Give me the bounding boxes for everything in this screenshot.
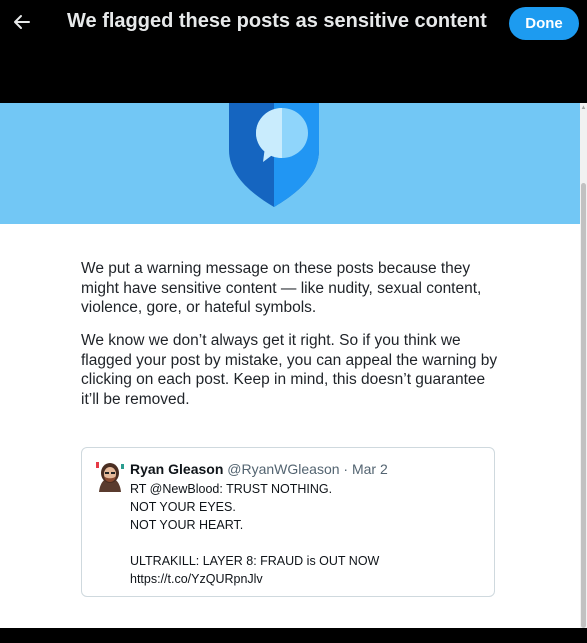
illustration-banner [0,103,580,224]
bottom-bar [0,628,587,643]
back-button[interactable] [8,8,36,36]
post-text: RT @NewBlood: TRUST NOTHING. NOT YOUR EY… [130,482,380,586]
post-date: Mar 2 [351,461,388,477]
post-separator: · [343,461,349,477]
explanation-paragraph-2: We know we don’t always get it right. So… [81,332,498,408]
shield-chat-icon [229,103,319,207]
arrow-left-icon [14,15,30,29]
explanation-paragraph-1: We put a warning message on these posts … [81,260,482,316]
post-header: Ryan Gleason @RyanWGleason · Mar 2 [130,461,388,477]
done-button[interactable]: Done [509,7,579,40]
top-bar: We flagged these posts as sensitive cont… [0,0,587,103]
scroll-thumb[interactable] [581,183,586,628]
main-content: We put a warning message on these posts … [0,224,580,628]
post-author: Ryan Gleason [130,461,224,477]
post-handle: @RyanWGleason [227,461,340,477]
flagged-post-card[interactable]: Ryan Gleason @RyanWGleason · Mar 2 RT @N… [81,447,495,597]
avatar [94,460,126,492]
page-title: We flagged these posts as sensitive cont… [67,10,487,32]
scrollbar[interactable]: ▲ [580,103,587,628]
scroll-up-icon[interactable]: ▲ [580,103,587,113]
